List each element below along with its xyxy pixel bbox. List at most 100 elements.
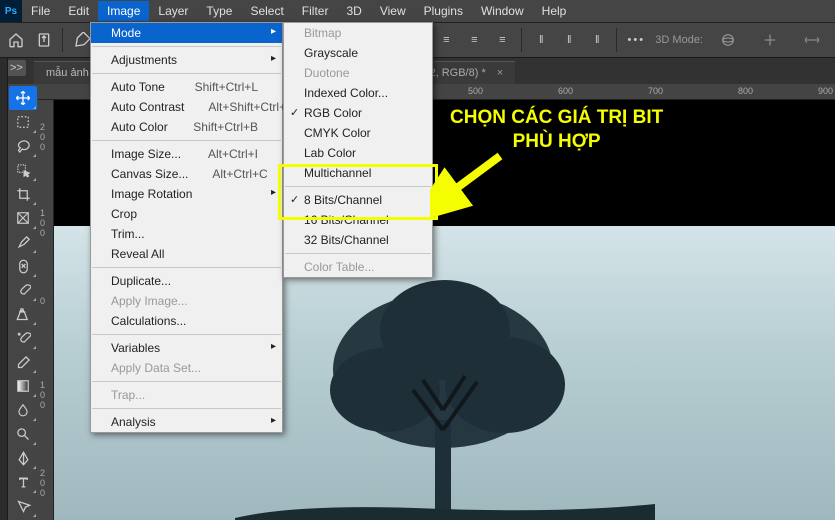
menu-plugins[interactable]: Plugins xyxy=(415,1,472,21)
tool-history-brush[interactable] xyxy=(9,326,37,350)
tool-move[interactable] xyxy=(9,86,37,110)
tool-crop[interactable] xyxy=(9,182,37,206)
divider xyxy=(62,28,63,52)
3d-slide-icon[interactable] xyxy=(795,32,829,48)
menu-edit[interactable]: Edit xyxy=(59,1,98,21)
menu-item-reveal-all[interactable]: Reveal All xyxy=(91,244,282,264)
close-tab-icon[interactable]: × xyxy=(497,67,503,79)
menu-layer[interactable]: Layer xyxy=(149,1,197,21)
mode-color-table: Color Table... xyxy=(284,257,432,277)
mode-32bit[interactable]: 32 Bits/Channel xyxy=(284,230,432,250)
mode-rgb[interactable]: RGB Color xyxy=(284,103,432,123)
annotation-line1: CHỌN CÁC GIÁ TRỊ BIT xyxy=(450,107,663,128)
menu-item-calculations[interactable]: Calculations... xyxy=(91,311,282,331)
tool-frame[interactable] xyxy=(9,206,37,230)
annotation-text: CHỌN CÁC GIÁ TRỊ BIT PHÙ HỢP xyxy=(450,106,663,154)
separator xyxy=(92,46,281,47)
menu-filter[interactable]: Filter xyxy=(293,1,338,21)
menu-window[interactable]: Window xyxy=(472,1,533,21)
menu-view[interactable]: View xyxy=(371,1,415,21)
ruler-tick: 0 xyxy=(40,142,45,152)
dist-v-icon[interactable]: ≡ xyxy=(463,29,485,51)
menu-item-auto-color[interactable]: Auto ColorShift+Ctrl+B xyxy=(91,117,282,137)
ruler-tick: 600 xyxy=(558,86,573,96)
tool-quick-select[interactable] xyxy=(9,158,37,182)
menu-item-auto-tone[interactable]: Auto ToneShift+Ctrl+L xyxy=(91,77,282,97)
menu-item-variables[interactable]: Variables xyxy=(91,338,282,358)
menubar: Ps File Edit Image Layer Type Select Fil… xyxy=(0,0,835,22)
dist-h-group: ‖ ‖ ‖ xyxy=(530,29,608,51)
menu-item-trap: Trap... xyxy=(91,385,282,405)
menu-item-image-size[interactable]: Image Size...Alt+Ctrl+I xyxy=(91,144,282,164)
ruler-vertical: 2 0 0 1 0 0 0 1 0 0 2 0 0 xyxy=(38,100,54,520)
menu-image[interactable]: Image xyxy=(98,1,149,21)
menu-file[interactable]: File xyxy=(22,1,59,21)
menu-item-analysis[interactable]: Analysis xyxy=(91,412,282,432)
home-icon[interactable] xyxy=(6,30,26,50)
menu-item-image-rotation[interactable]: Image Rotation xyxy=(91,184,282,204)
dist-bottom-icon[interactable]: ≡ xyxy=(491,29,513,51)
annotation-line2: PHÙ HỢP xyxy=(513,131,601,152)
dist-right-icon[interactable]: ‖ xyxy=(586,29,608,51)
tool-pen[interactable] xyxy=(9,446,37,470)
tool-clone[interactable] xyxy=(9,302,37,326)
panel-collapse-icon[interactable]: >> xyxy=(6,60,26,76)
menu-item-mode[interactable]: Mode xyxy=(91,23,282,43)
dropdown-image: Mode Adjustments Auto ToneShift+Ctrl+L A… xyxy=(90,22,283,433)
mode-grayscale[interactable]: Grayscale xyxy=(284,43,432,63)
tab-prefix: mẫu ảnh xyxy=(46,67,89,79)
menu-item-apply-dataset: Apply Data Set... xyxy=(91,358,282,378)
separator xyxy=(92,408,281,409)
mode-lab[interactable]: Lab Color xyxy=(284,143,432,163)
tool-blur[interactable] xyxy=(9,398,37,422)
ruler-tick: 0 xyxy=(40,478,45,488)
menu-3d[interactable]: 3D xyxy=(337,1,370,21)
ruler-tick: 2 xyxy=(40,122,45,132)
dist-center-icon[interactable]: ‖ xyxy=(558,29,580,51)
menu-item-crop[interactable]: Crop xyxy=(91,204,282,224)
ruler-tick: 800 xyxy=(738,86,753,96)
divider xyxy=(616,28,617,52)
dist-top-icon[interactable]: ≡ xyxy=(435,29,457,51)
share-icon[interactable] xyxy=(34,30,54,50)
tool-marquee[interactable] xyxy=(9,110,37,134)
3d-pan-icon[interactable] xyxy=(753,32,787,48)
tool-dodge[interactable] xyxy=(9,422,37,446)
menu-item-auto-contrast[interactable]: Auto ContrastAlt+Shift+Ctrl+L xyxy=(91,97,282,117)
mode-indexed[interactable]: Indexed Color... xyxy=(284,83,432,103)
menu-item-adjustments[interactable]: Adjustments xyxy=(91,50,282,70)
ruler-tick: 700 xyxy=(648,86,663,96)
image-content xyxy=(235,240,655,520)
mode-multichannel[interactable]: Multichannel xyxy=(284,163,432,183)
separator xyxy=(285,186,431,187)
mode-8bit[interactable]: 8 Bits/Channel xyxy=(284,190,432,210)
menu-item-trim[interactable]: Trim... xyxy=(91,224,282,244)
mode-cmyk[interactable]: CMYK Color xyxy=(284,123,432,143)
separator xyxy=(92,381,281,382)
tool-lasso[interactable] xyxy=(9,134,37,158)
tool-gradient[interactable] xyxy=(9,374,37,398)
tool-path[interactable] xyxy=(9,494,37,518)
menu-select[interactable]: Select xyxy=(241,1,292,21)
3d-orbit-icon[interactable] xyxy=(711,32,745,48)
ruler-tick: 0 xyxy=(40,296,45,306)
toolbox xyxy=(8,84,38,520)
tool-eyedropper[interactable] xyxy=(9,230,37,254)
ruler-tick: 0 xyxy=(40,132,45,142)
tool-brush[interactable] xyxy=(9,278,37,302)
mode-16bit[interactable]: 16 Bits/Channel xyxy=(284,210,432,230)
menu-type[interactable]: Type xyxy=(197,1,241,21)
tool-type[interactable] xyxy=(9,470,37,494)
menu-item-duplicate[interactable]: Duplicate... xyxy=(91,271,282,291)
menu-help[interactable]: Help xyxy=(533,1,576,21)
ruler-tick: 900 xyxy=(818,86,833,96)
app-logo: Ps xyxy=(0,0,22,22)
more-options-icon[interactable]: ••• xyxy=(625,29,647,51)
dist-left-icon[interactable]: ‖ xyxy=(530,29,552,51)
menu-item-canvas-size[interactable]: Canvas Size...Alt+Ctrl+C xyxy=(91,164,282,184)
mode-duotone: Duotone xyxy=(284,63,432,83)
divider xyxy=(521,28,522,52)
tool-eraser[interactable] xyxy=(9,350,37,374)
ruler-tick: 0 xyxy=(40,390,45,400)
tool-healing[interactable] xyxy=(9,254,37,278)
